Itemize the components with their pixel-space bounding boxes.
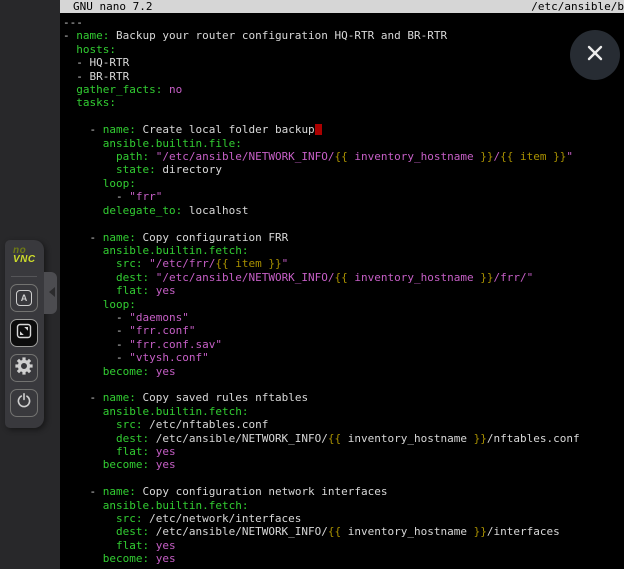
code-line: --- — [63, 16, 624, 29]
code-line: become: yes — [63, 365, 624, 378]
power-icon — [16, 393, 32, 413]
code-line — [63, 472, 624, 485]
code-line: ansible.builtin.fetch: — [63, 499, 624, 512]
code-line: - name: Copy saved rules nftables — [63, 391, 624, 404]
code-line — [63, 378, 624, 391]
code-line — [63, 217, 624, 230]
code-line: src: /etc/nftables.conf — [63, 418, 624, 431]
code-line: ansible.builtin.fetch: — [63, 405, 624, 418]
code-line: - HQ-RTR — [63, 56, 624, 69]
settings-button[interactable] — [10, 354, 38, 382]
code-line: hosts: — [63, 43, 624, 56]
nano-titlebar: GNU nano 7.2 /etc/ansible/b — [60, 0, 624, 13]
code-line: gather_facts: no — [63, 83, 624, 96]
terminal-window[interactable]: GNU nano 7.2 /etc/ansible/b ---- name: B… — [60, 0, 624, 569]
code-line: - "frr" — [63, 190, 624, 203]
close-icon — [584, 42, 606, 68]
code-line: - name: Copy configuration network inter… — [63, 485, 624, 498]
code-line: - name: Copy configuration FRR — [63, 231, 624, 244]
code-line: delegate_to: localhost — [63, 204, 624, 217]
novnc-logo: no VNC — [13, 246, 36, 264]
code-line: src: "/etc/frr/{{ item }}" — [63, 257, 624, 270]
text-cursor — [315, 124, 322, 135]
collapse-arrow-icon — [49, 287, 55, 297]
code-line: - name: Backup your router configuration… — [63, 29, 624, 42]
code-line: loop: — [63, 177, 624, 190]
code-line: - "frr.conf.sav" — [63, 338, 624, 351]
code-line: ansible.builtin.fetch: — [63, 244, 624, 257]
control-bar-handle[interactable] — [44, 272, 57, 314]
code-line: flat: yes — [63, 539, 624, 552]
code-line: state: directory — [63, 163, 624, 176]
left-strip: no VNC A — [0, 0, 60, 569]
code-line: tasks: — [63, 96, 624, 109]
fullscreen-button[interactable] — [10, 319, 38, 347]
code-line — [63, 110, 624, 123]
code-line: dest: /etc/ansible/NETWORK_INFO/{{ inven… — [63, 525, 624, 538]
nano-version: GNU nano 7.2 — [73, 0, 152, 13]
code-line: src: /etc/network/interfaces — [63, 512, 624, 525]
code-line: flat: yes — [63, 445, 624, 458]
keyboard-button[interactable]: A — [10, 284, 38, 312]
code-line: - "frr.conf" — [63, 324, 624, 337]
gear-icon — [15, 357, 33, 379]
code-line: - "vtysh.conf" — [63, 351, 624, 364]
code-line: - "daemons" — [63, 311, 624, 324]
power-button[interactable] — [10, 389, 38, 417]
code-line: path: "/etc/ansible/NETWORK_INFO/{{ inve… — [63, 150, 624, 163]
code-line: become: yes — [63, 458, 624, 471]
code-line: flat: yes — [63, 284, 624, 297]
fullscreen-icon — [16, 323, 32, 343]
code-line: loop: — [63, 298, 624, 311]
editor-lines[interactable]: ---- name: Backup your router configurat… — [63, 16, 624, 566]
novnc-logo-vnc: VNC — [13, 255, 36, 264]
close-button[interactable] — [570, 30, 620, 80]
keyboard-key-icon: A — [16, 290, 32, 306]
code-line: dest: "/etc/ansible/NETWORK_INFO/{{ inve… — [63, 271, 624, 284]
code-line: ansible.builtin.file: — [63, 137, 624, 150]
code-line: - name: Create local folder backup — [63, 123, 624, 136]
code-line: become: yes — [63, 552, 624, 565]
novnc-control-bar: no VNC A — [5, 240, 44, 428]
code-line: dest: /etc/ansible/NETWORK_INFO/{{ inven… — [63, 432, 624, 445]
code-line: - BR-RTR — [63, 70, 624, 83]
panel-divider — [11, 276, 37, 277]
nano-filepath: /etc/ansible/b — [531, 0, 624, 13]
